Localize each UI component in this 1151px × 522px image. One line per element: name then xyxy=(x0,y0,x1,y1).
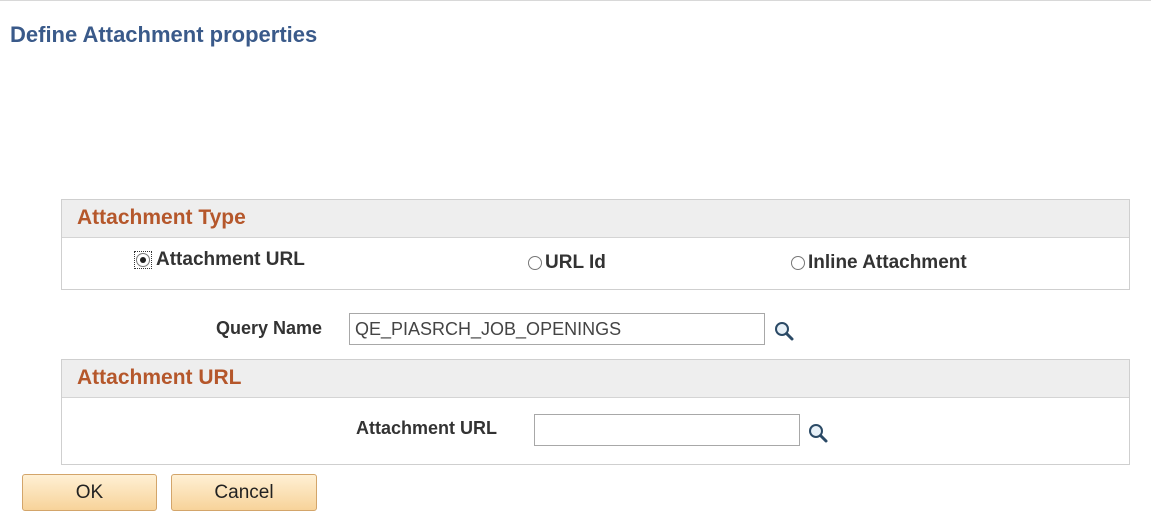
radio-option-url-id[interactable]: URL Id xyxy=(528,252,606,274)
query-name-lookup-icon[interactable] xyxy=(773,320,795,342)
attachment-url-header: Attachment URL xyxy=(62,360,1129,398)
query-name-input[interactable] xyxy=(349,313,765,345)
radio-button-attachment-url[interactable] xyxy=(136,253,150,267)
attachment-url-lookup-icon[interactable] xyxy=(807,422,829,444)
radio-label-attachment-url: Attachment URL xyxy=(156,249,305,270)
radio-label-inline-attachment: Inline Attachment xyxy=(808,252,967,273)
focus-outline xyxy=(134,251,152,269)
radio-label-url-id: URL Id xyxy=(545,252,606,273)
query-name-label: Query Name xyxy=(216,318,323,338)
radio-button-url-id[interactable] xyxy=(528,256,542,270)
top-border xyxy=(0,0,1151,1)
attachment-url-group: Attachment URL xyxy=(61,359,1130,465)
radio-option-attachment-url[interactable]: Attachment URL xyxy=(134,249,305,271)
radio-button-inline-attachment[interactable] xyxy=(791,256,805,270)
ok-button[interactable]: OK xyxy=(22,474,157,511)
attachment-type-header: Attachment Type xyxy=(62,200,1129,238)
radio-option-inline-attachment[interactable]: Inline Attachment xyxy=(791,252,967,274)
attachment-type-group: Attachment Type Attachment URL URL Id In… xyxy=(61,199,1130,290)
cancel-button[interactable]: Cancel xyxy=(171,474,317,511)
page-title: Define Attachment properties xyxy=(10,22,318,47)
attachment-url-label: Attachment URL xyxy=(356,418,498,438)
attachment-url-input[interactable] xyxy=(534,414,800,446)
